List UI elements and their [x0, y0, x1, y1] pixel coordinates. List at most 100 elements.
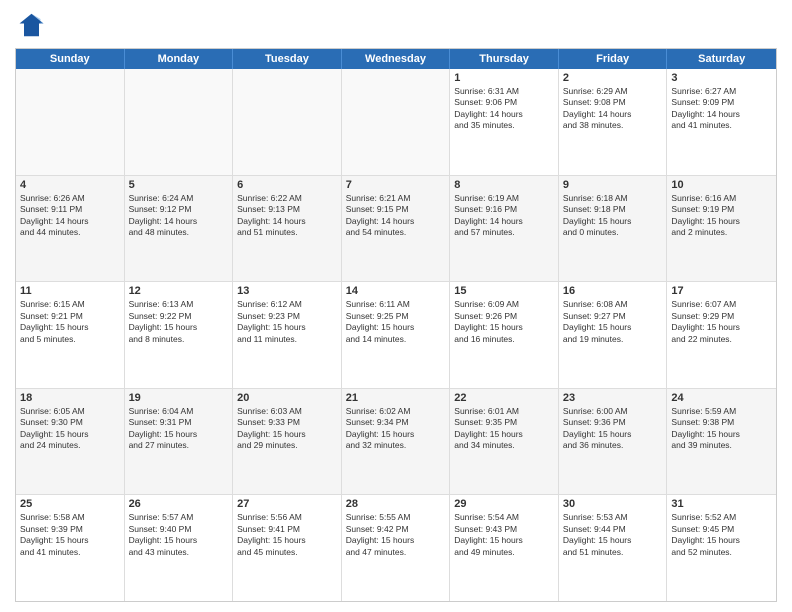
cell-info-line: Daylight: 15 hours — [346, 535, 446, 546]
cell-info-line: Sunrise: 6:22 AM — [237, 193, 337, 204]
cell-info-line: and 35 minutes. — [454, 120, 554, 131]
day-number: 6 — [237, 179, 337, 191]
calendar-cell-day-31: 31Sunrise: 5:52 AMSunset: 9:45 PMDayligh… — [667, 495, 776, 601]
calendar-cell-day-11: 11Sunrise: 6:15 AMSunset: 9:21 PMDayligh… — [16, 282, 125, 388]
day-number: 5 — [129, 179, 229, 191]
calendar-cell-day-3: 3Sunrise: 6:27 AMSunset: 9:09 PMDaylight… — [667, 69, 776, 175]
cell-info-line: Sunset: 9:23 PM — [237, 311, 337, 322]
day-number: 9 — [563, 179, 663, 191]
cell-info-line: Daylight: 15 hours — [563, 322, 663, 333]
header — [15, 10, 777, 40]
cell-info-line: and 54 minutes. — [346, 227, 446, 238]
day-number: 31 — [671, 498, 772, 510]
cell-info-line: Sunrise: 6:18 AM — [563, 193, 663, 204]
day-number: 19 — [129, 392, 229, 404]
page: SundayMondayTuesdayWednesdayThursdayFrid… — [0, 0, 792, 612]
day-number: 25 — [20, 498, 120, 510]
day-number: 22 — [454, 392, 554, 404]
cell-info-line: Sunset: 9:44 PM — [563, 524, 663, 535]
cell-info-line: Sunrise: 6:01 AM — [454, 406, 554, 417]
cell-info-line: Daylight: 14 hours — [129, 216, 229, 227]
cell-info-line: Sunset: 9:09 PM — [671, 97, 772, 108]
logo-icon — [15, 10, 45, 40]
cell-info-line: Sunrise: 6:09 AM — [454, 299, 554, 310]
calendar: SundayMondayTuesdayWednesdayThursdayFrid… — [15, 48, 777, 602]
calendar-cell-day-5: 5Sunrise: 6:24 AMSunset: 9:12 PMDaylight… — [125, 176, 234, 282]
cell-info-line: Sunset: 9:27 PM — [563, 311, 663, 322]
cell-info-line: Sunset: 9:26 PM — [454, 311, 554, 322]
cell-info-line: Daylight: 15 hours — [346, 322, 446, 333]
cell-info-line: and 0 minutes. — [563, 227, 663, 238]
cell-info-line: and 14 minutes. — [346, 334, 446, 345]
day-number: 12 — [129, 285, 229, 297]
cell-info-line: Daylight: 15 hours — [237, 322, 337, 333]
cell-info-line: Sunrise: 6:19 AM — [454, 193, 554, 204]
cell-info-line: and 39 minutes. — [671, 440, 772, 451]
day-number: 28 — [346, 498, 446, 510]
cell-info-line: Sunrise: 5:53 AM — [563, 512, 663, 523]
cell-info-line: and 27 minutes. — [129, 440, 229, 451]
header-day-wednesday: Wednesday — [342, 49, 451, 69]
cell-info-line: Daylight: 15 hours — [563, 429, 663, 440]
calendar-cell-day-26: 26Sunrise: 5:57 AMSunset: 9:40 PMDayligh… — [125, 495, 234, 601]
cell-info-line: Sunrise: 5:57 AM — [129, 512, 229, 523]
day-number: 10 — [671, 179, 772, 191]
cell-info-line: and 8 minutes. — [129, 334, 229, 345]
day-number: 14 — [346, 285, 446, 297]
cell-info-line: Sunset: 9:31 PM — [129, 417, 229, 428]
cell-info-line: Sunrise: 6:31 AM — [454, 86, 554, 97]
cell-info-line: Sunrise: 6:11 AM — [346, 299, 446, 310]
cell-info-line: Daylight: 15 hours — [454, 322, 554, 333]
cell-info-line: Sunrise: 6:12 AM — [237, 299, 337, 310]
cell-info-line: Daylight: 15 hours — [129, 429, 229, 440]
calendar-cell-day-15: 15 Sunrise: 6:09 AMSunset: 9:26 PMDayligh… — [450, 282, 559, 388]
cell-info-line: Daylight: 15 hours — [20, 535, 120, 546]
cell-info-line: Daylight: 14 hours — [454, 216, 554, 227]
header-day-friday: Friday — [559, 49, 668, 69]
day-number: 7 — [346, 179, 446, 191]
cell-info-line: Sunrise: 5:54 AM — [454, 512, 554, 523]
calendar-cell-empty — [342, 69, 451, 175]
cell-info-line: and 36 minutes. — [563, 440, 663, 451]
cell-info-line: Sunrise: 6:13 AM — [129, 299, 229, 310]
header-day-tuesday: Tuesday — [233, 49, 342, 69]
cell-info-line: Sunset: 9:41 PM — [237, 524, 337, 535]
day-number: 20 — [237, 392, 337, 404]
cell-info-line: Daylight: 15 hours — [671, 535, 772, 546]
day-number: 3 — [671, 72, 772, 84]
cell-info-line: Sunrise: 6:04 AM — [129, 406, 229, 417]
cell-info-line: and 41 minutes. — [20, 547, 120, 558]
calendar-row-2: 4Sunrise: 6:26 AMSunset: 9:11 PMDaylight… — [16, 176, 776, 283]
day-number: 16 — [563, 285, 663, 297]
cell-info-line: Sunrise: 6:21 AM — [346, 193, 446, 204]
calendar-cell-day-18: 18Sunrise: 6:05 AMSunset: 9:30 PMDayligh… — [16, 389, 125, 495]
calendar-cell-day-6: 6Sunrise: 6:22 AMSunset: 9:13 PMDaylight… — [233, 176, 342, 282]
cell-info-line: and 16 minutes. — [454, 334, 554, 345]
cell-info-line: Sunrise: 6:26 AM — [20, 193, 120, 204]
cell-info-line: Sunrise: 6:08 AM — [563, 299, 663, 310]
cell-info-line: Sunset: 9:25 PM — [346, 311, 446, 322]
day-number: 15 — [454, 285, 554, 297]
day-number: 18 — [20, 392, 120, 404]
cell-info-line: Sunrise: 6:15 AM — [20, 299, 120, 310]
cell-info-line: Sunrise: 6:03 AM — [237, 406, 337, 417]
cell-info-line: Daylight: 14 hours — [454, 109, 554, 120]
cell-info-line: Daylight: 14 hours — [346, 216, 446, 227]
cell-info-line: Sunrise: 6:07 AM — [671, 299, 772, 310]
cell-info-line: Daylight: 15 hours — [563, 216, 663, 227]
cell-info-line: Sunset: 9:38 PM — [671, 417, 772, 428]
cell-info-line: Daylight: 15 hours — [20, 429, 120, 440]
cell-info-line: Daylight: 15 hours — [563, 535, 663, 546]
cell-info-line: Daylight: 15 hours — [671, 216, 772, 227]
day-number: 1 — [454, 72, 554, 84]
day-number: 17 — [671, 285, 772, 297]
calendar-cell-day-30: 30Sunrise: 5:53 AMSunset: 9:44 PMDayligh… — [559, 495, 668, 601]
cell-info-line: Daylight: 14 hours — [237, 216, 337, 227]
cell-info-line: Sunset: 9:43 PM — [454, 524, 554, 535]
cell-info-line: Sunset: 9:30 PM — [20, 417, 120, 428]
cell-info-line: Sunrise: 6:24 AM — [129, 193, 229, 204]
day-number: 2 — [563, 72, 663, 84]
cell-info-line: and 45 minutes. — [237, 547, 337, 558]
cell-info-line: Daylight: 14 hours — [671, 109, 772, 120]
cell-info-line: Daylight: 15 hours — [237, 535, 337, 546]
